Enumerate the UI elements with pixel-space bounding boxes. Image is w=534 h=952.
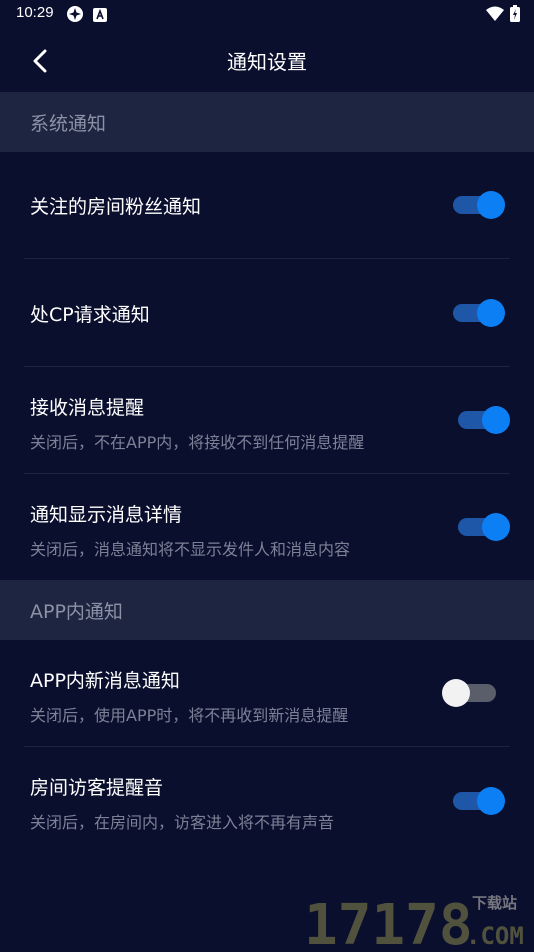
setting-description: 关闭后，不在APP内，将接收不到任何消息提醒 [30, 433, 365, 452]
setting-row-receive-alerts: 接收消息提醒 关闭后，不在APP内，将接收不到任何消息提醒 [0, 367, 534, 473]
watermark-domain: .COM [466, 922, 524, 948]
toggle-show-details[interactable] [458, 513, 510, 541]
app-notification-icon [66, 5, 84, 27]
battery-icon [510, 5, 520, 26]
setting-description: 关闭后，消息通知将不显示发件人和消息内容 [30, 540, 351, 559]
font-notification-icon [93, 7, 107, 26]
navigation-bar: 通知设置 [0, 28, 534, 92]
watermark-digits: 17178 [304, 893, 473, 948]
setting-row-visitor-sound: 房间访客提醒音 关闭后，在房间内，访客进入将不再有声音 [0, 747, 534, 853]
setting-title: 处CP请求通知 [30, 304, 150, 326]
setting-title: 通知显示消息详情 [30, 504, 183, 526]
section-title: APP内通知 [30, 601, 123, 623]
section-header-system: 系统通知 [0, 92, 534, 152]
setting-description: 关闭后，在房间内，访客进入将不再有声音 [30, 813, 335, 832]
watermark-top-text: 下载站 [472, 894, 517, 912]
setting-title: APP内新消息通知 [30, 670, 180, 692]
setting-title: 接收消息提醒 [30, 397, 145, 419]
status-time: 10:29 [16, 4, 54, 21]
status-icons [486, 5, 520, 26]
toggle-receive-alerts[interactable] [458, 406, 510, 434]
toggle-in-app-messages[interactable] [442, 679, 496, 707]
wifi-icon [486, 6, 504, 26]
section-title: 系统通知 [30, 113, 107, 135]
toggle-cp-request[interactable] [453, 299, 505, 327]
status-bar: 10:29 [0, 0, 534, 28]
section-header-in-app: APP内通知 [0, 580, 534, 640]
setting-row-follow-fans: 关注的房间粉丝通知 [0, 152, 534, 258]
setting-row-show-details: 通知显示消息详情 关闭后，消息通知将不显示发件人和消息内容 [0, 474, 534, 580]
setting-title: 房间访客提醒音 [30, 777, 164, 799]
setting-row-in-app-messages: APP内新消息通知 关闭后，使用APP时，将不再收到新消息提醒 [0, 640, 534, 746]
setting-row-cp-request: 处CP请求通知 [0, 259, 534, 366]
watermark-logo: 17178 下载站 .COM [300, 888, 530, 952]
toggle-follow-fans[interactable] [453, 191, 505, 219]
setting-title: 关注的房间粉丝通知 [30, 196, 202, 218]
page-title: 通知设置 [227, 50, 307, 74]
setting-description: 关闭后，使用APP时，将不再收到新消息提醒 [30, 706, 349, 725]
toggle-visitor-sound[interactable] [453, 787, 505, 815]
